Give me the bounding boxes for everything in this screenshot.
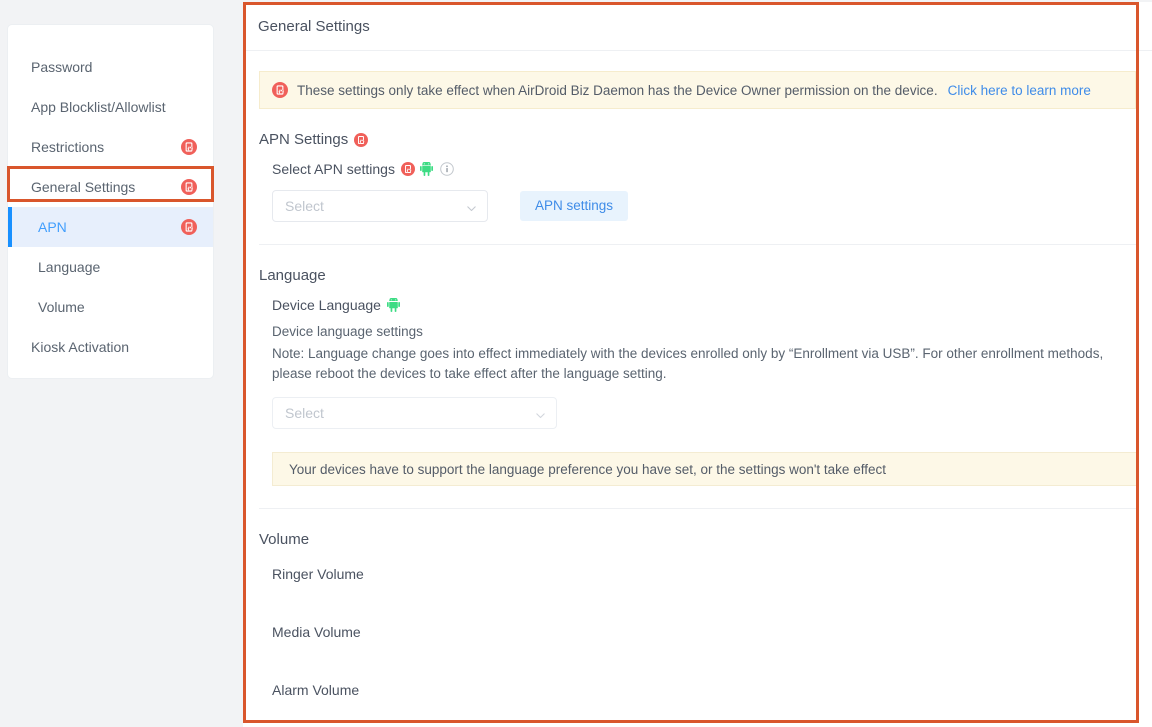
language-section-title: Language [259, 245, 1136, 284]
sidebar-item-label: Restrictions [31, 139, 105, 155]
device-lock-icon [181, 179, 197, 195]
sidebar-item-label: Language [38, 259, 101, 275]
android-icon [386, 297, 400, 312]
ringer-volume-label-text: Ringer Volume [272, 566, 364, 582]
sidebar-top-spacer [8, 25, 213, 47]
panel-body: These settings only take effect when Air… [243, 71, 1152, 698]
device-language-description: Device language settings [272, 324, 423, 339]
android-icon [419, 161, 433, 176]
page-title: General Settings [258, 17, 370, 35]
chevron-down-icon [466, 201, 477, 212]
language-section-title-text: Language [259, 267, 326, 284]
alarm-volume-label-text: Alarm Volume [272, 682, 360, 698]
sidebar-item-restrictions[interactable]: Restrictions [8, 127, 213, 167]
language-select-value: Select [285, 405, 324, 421]
language-control-row: Select [272, 397, 1136, 429]
sidebar-item-label: Password [31, 59, 93, 75]
apn-section-title: APN Settings [259, 109, 1136, 148]
language-select[interactable]: Select [272, 397, 557, 429]
sidebar-item-label: Volume [38, 299, 85, 315]
sidebar-item-apn[interactable]: APN [8, 207, 213, 247]
sidebar-item-volume[interactable]: Volume [8, 287, 213, 327]
apn-field: Select APN settings Select APN settings [259, 161, 1136, 222]
learn-more-link[interactable]: Click here to learn more [948, 83, 1091, 98]
sidebar-item-language[interactable]: Language [8, 247, 213, 287]
panel-header: General Settings [243, 2, 1152, 51]
media-volume-label-text: Media Volume [272, 624, 361, 640]
device-lock-icon [272, 82, 288, 98]
alert-message: These settings only take effect when Air… [297, 82, 938, 98]
language-warning-text: Your devices have to support the languag… [289, 461, 886, 477]
device-lock-icon [400, 162, 415, 176]
apn-select-value: Select [285, 198, 324, 214]
ringer-volume-label: Ringer Volume [272, 566, 1136, 582]
sidebar-item-kiosk-activation[interactable]: Kiosk Activation [8, 327, 213, 367]
volume-section: Volume Ringer Volume Media Volume Alarm … [243, 509, 1152, 698]
device-lock-icon [181, 139, 197, 155]
apn-section-title-text: APN Settings [259, 131, 349, 148]
sidebar-item-label: General Settings [31, 179, 136, 195]
device-language-label-text: Device Language [272, 297, 381, 313]
apn-settings-button[interactable]: APN settings [520, 191, 629, 221]
device-language-note: Note: Language change goes into effect i… [272, 346, 1104, 381]
device-language-label: Device Language [272, 297, 1136, 313]
select-apn-settings-label-text: Select APN settings [272, 161, 395, 177]
alarm-volume-label: Alarm Volume [272, 682, 1136, 698]
device-lock-icon [354, 132, 369, 147]
volume-section-title: Volume [259, 509, 1136, 548]
apn-select[interactable]: Select [272, 190, 488, 222]
info-icon[interactable] [440, 162, 454, 176]
language-section: Language Device Language Device language… [243, 245, 1152, 486]
device-lock-icon [181, 219, 197, 235]
select-apn-settings-label: Select APN settings [272, 161, 1136, 177]
language-warning-banner: Your devices have to support the languag… [272, 452, 1138, 486]
sidebar-item-label: APN [38, 219, 67, 235]
apn-settings-section: APN Settings Select APN settings Select … [243, 109, 1152, 222]
chevron-down-icon [535, 408, 546, 419]
settings-sidebar: Password App Blocklist/Allowlist Restric… [7, 24, 214, 379]
apn-control-row: Select APN settings [272, 190, 1136, 222]
sidebar-item-label: Kiosk Activation [31, 339, 130, 355]
general-settings-panel: General Settings These settings only tak… [243, 2, 1152, 727]
sidebar-item-label: App Blocklist/Allowlist [31, 99, 166, 115]
device-owner-alert-banner: These settings only take effect when Air… [259, 71, 1136, 109]
sidebar-item-password[interactable]: Password [8, 47, 213, 87]
volume-fields: Ringer Volume Media Volume Alarm Volume [259, 566, 1136, 698]
sidebar-item-app-blocklist-allowlist[interactable]: App Blocklist/Allowlist [8, 87, 213, 127]
sidebar-item-general-settings[interactable]: General Settings [8, 167, 213, 207]
device-language-field: Device Language Device language settings… [259, 297, 1138, 486]
settings-page: Password App Blocklist/Allowlist Restric… [0, 0, 1152, 727]
media-volume-label: Media Volume [272, 624, 1136, 640]
volume-section-title-text: Volume [259, 531, 310, 548]
